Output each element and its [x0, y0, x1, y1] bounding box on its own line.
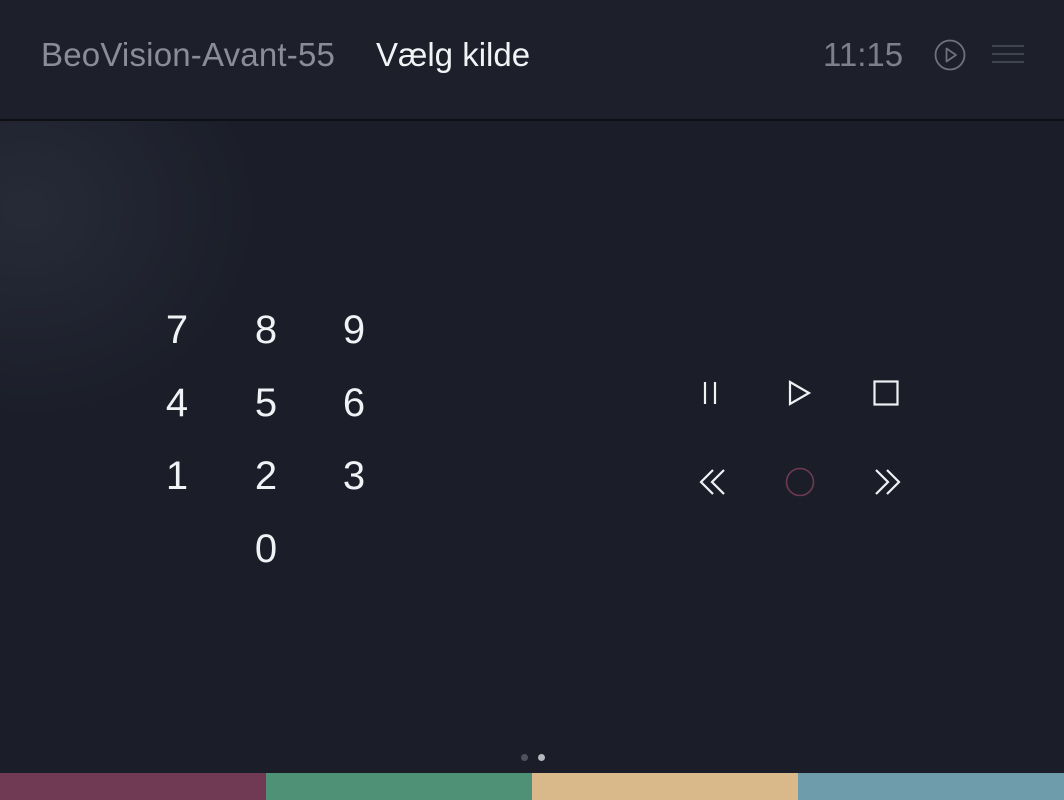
key-1[interactable]: 1	[133, 444, 221, 508]
fast-forward-icon	[875, 469, 901, 495]
page-dot-1[interactable]	[521, 754, 528, 761]
key-0[interactable]: 0	[222, 517, 310, 581]
record-button[interactable]	[770, 452, 830, 512]
play-button[interactable]	[769, 363, 829, 423]
play-circle-icon	[934, 39, 966, 71]
rewind-button[interactable]	[684, 452, 744, 512]
color-buttons-bar	[0, 773, 1064, 800]
key-8[interactable]: 8	[222, 298, 310, 362]
hamburger-menu-icon	[992, 45, 1024, 63]
yellow-button[interactable]	[532, 773, 798, 800]
key-3[interactable]: 3	[310, 444, 398, 508]
blue-button[interactable]	[798, 773, 1064, 800]
key-5[interactable]: 5	[222, 371, 310, 435]
key-7[interactable]: 7	[133, 298, 221, 362]
rewind-icon	[699, 469, 725, 495]
key-6[interactable]: 6	[310, 371, 398, 435]
now-playing-button[interactable]	[934, 39, 966, 71]
top-bar: BeoVision-Avant-55 Vælg kilde 11:15	[0, 0, 1064, 121]
key-9[interactable]: 9	[310, 298, 398, 362]
stop-icon	[873, 380, 899, 406]
page-indicator	[518, 754, 548, 762]
page-title[interactable]: Vælg kilde	[376, 36, 530, 74]
menu-button[interactable]	[990, 41, 1026, 67]
page-dot-2[interactable]	[538, 754, 545, 761]
key-4[interactable]: 4	[133, 371, 221, 435]
red-button[interactable]	[0, 773, 266, 800]
pause-button[interactable]	[680, 363, 740, 423]
number-keypad: 7 8 9 4 5 6 1 2 3 0	[133, 298, 399, 588]
stop-button[interactable]	[856, 363, 916, 423]
key-2[interactable]: 2	[222, 444, 310, 508]
fast-forward-button[interactable]	[856, 452, 916, 512]
device-name[interactable]: BeoVision-Avant-55	[41, 36, 335, 74]
record-icon	[785, 467, 815, 497]
play-icon	[788, 380, 812, 406]
green-button[interactable]	[266, 773, 532, 800]
pause-icon	[703, 382, 717, 404]
clock: 11:15	[823, 36, 904, 73]
